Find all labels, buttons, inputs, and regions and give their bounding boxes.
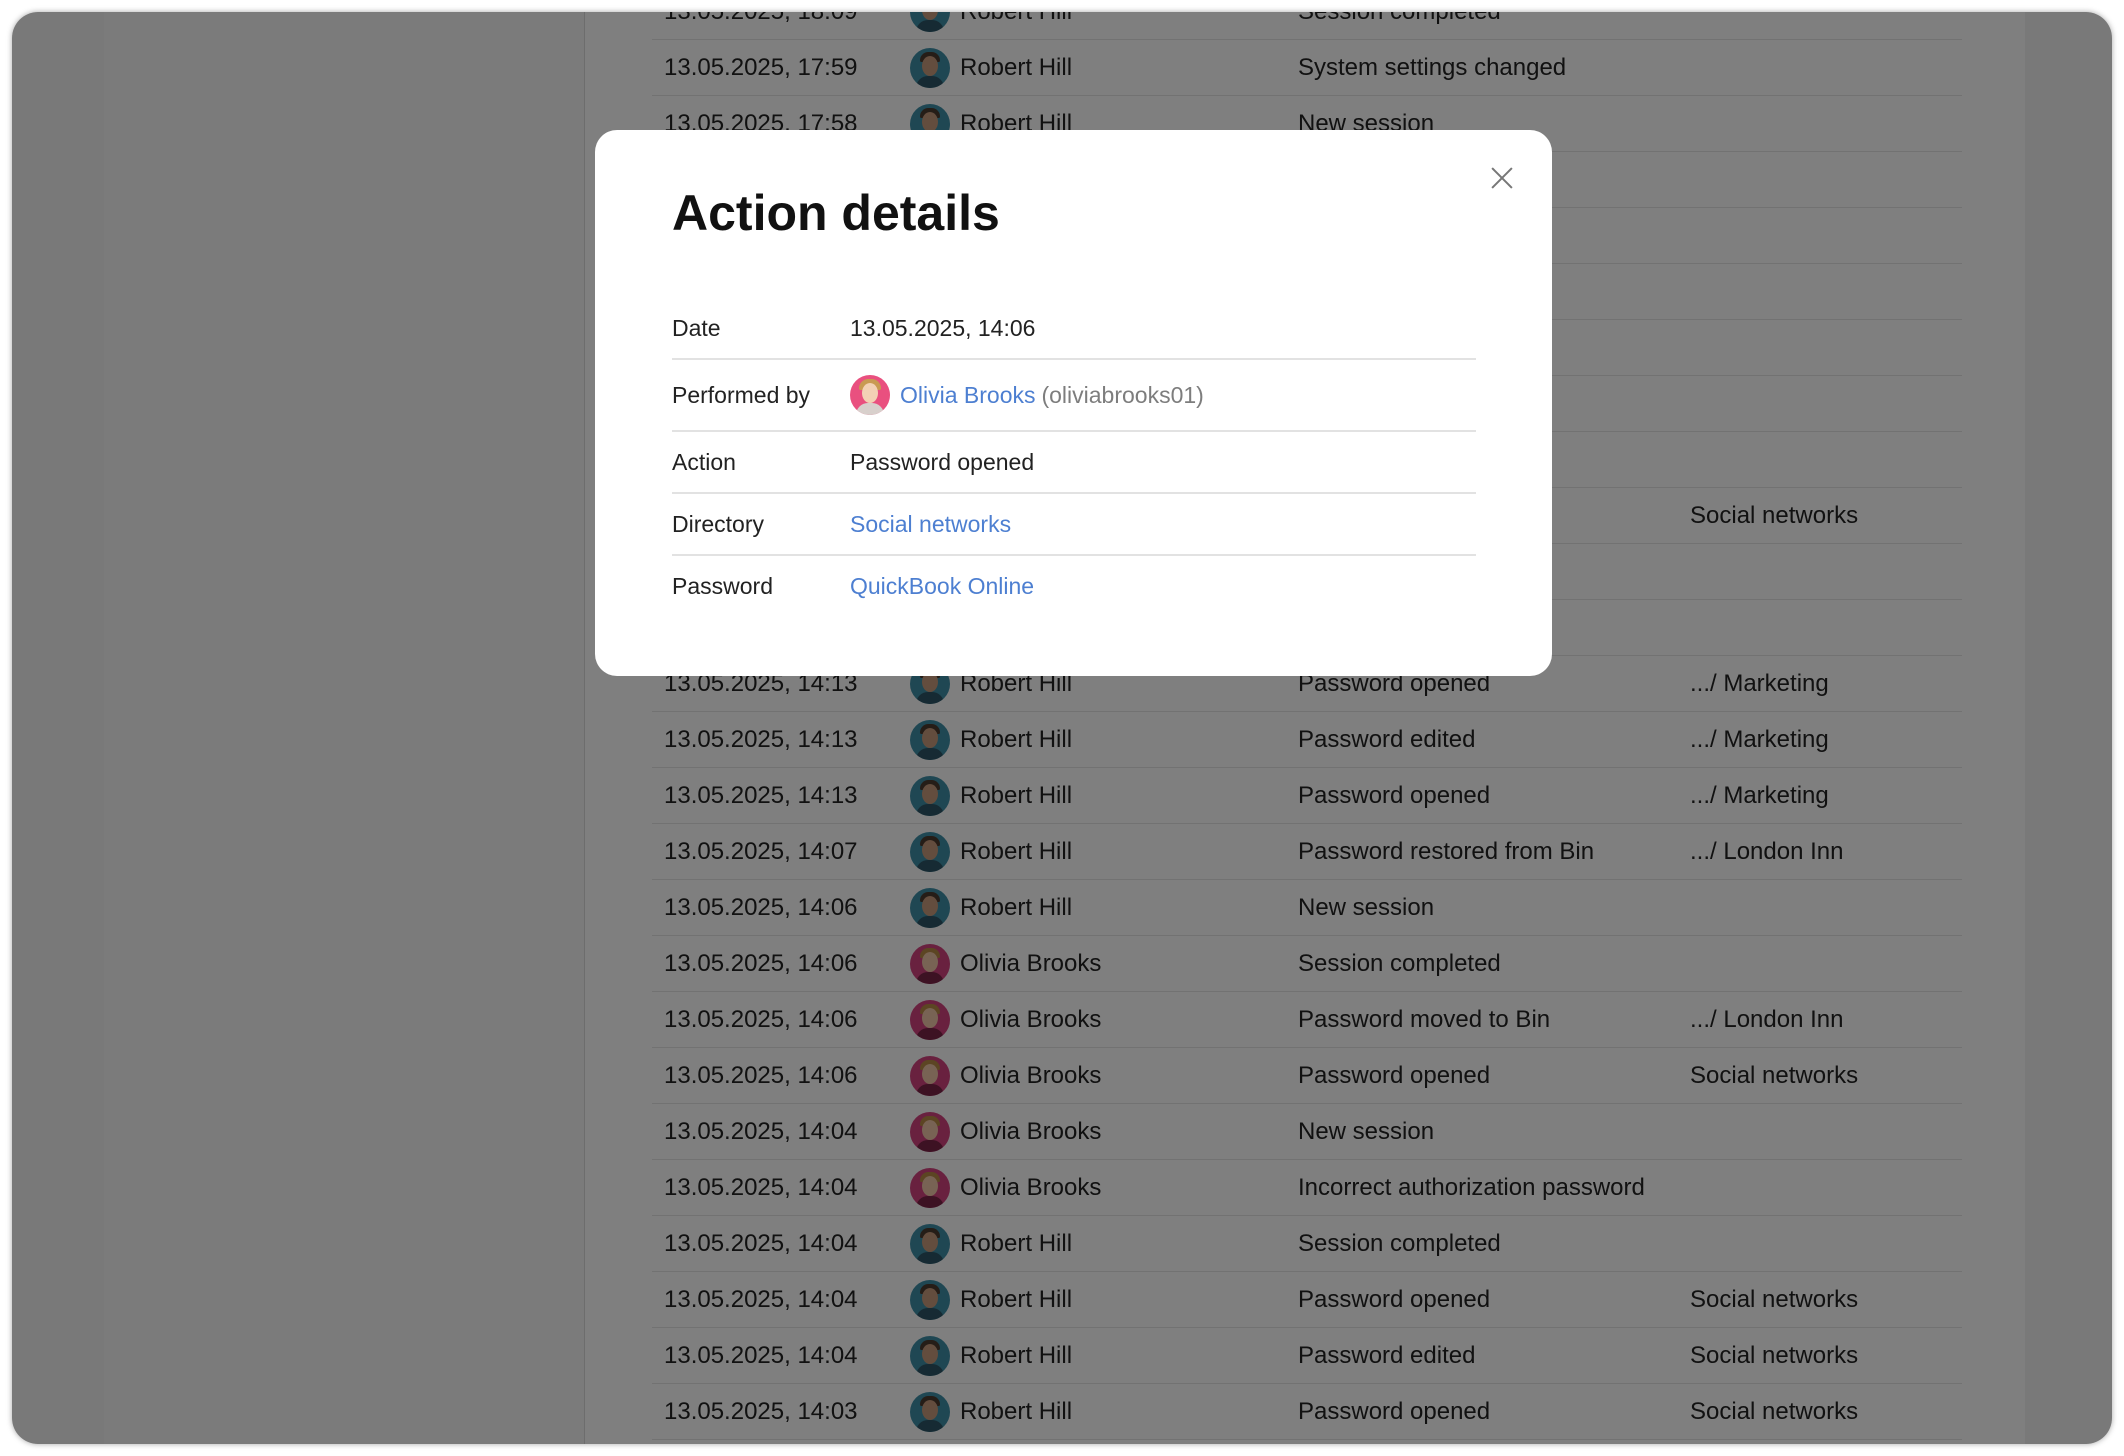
performed-by-label: Performed by <box>672 381 811 408</box>
action-label: Action <box>672 448 736 475</box>
user-link[interactable]: Olivia Brooks <box>900 382 1035 409</box>
user-login: (oliviabrooks01) <box>1041 381 1204 408</box>
date-value: 13.05.2025, 14:06 <box>850 314 1036 341</box>
details-list: Date 13.05.2025, 14:06 Performed by Oliv… <box>672 298 1476 616</box>
action-details-modal: Action details Date 13.05.2025, 14:06 Pe… <box>595 130 1552 676</box>
password-label: Password <box>672 572 773 599</box>
close-icon[interactable] <box>1482 158 1522 198</box>
action-value: Password opened <box>850 448 1035 475</box>
directory-link[interactable]: Social networks <box>850 511 1011 538</box>
detail-row-action: Action Password opened <box>672 432 1476 494</box>
detail-row-date: Date 13.05.2025, 14:06 <box>672 298 1476 360</box>
date-label: Date <box>672 314 721 341</box>
performed-by-value: Olivia Brooks (oliviabrooks01) <box>850 375 1204 415</box>
detail-row-performed-by: Performed by Olivia Brooks (oliviabrooks… <box>672 360 1476 432</box>
app-window: 13.05.2025, 18:09Robert HillSession comp… <box>12 12 2112 1444</box>
directory-label: Directory <box>672 510 765 537</box>
password-link[interactable]: QuickBook Online <box>850 573 1034 600</box>
avatar <box>850 375 890 415</box>
modal-title: Action details <box>672 185 1000 241</box>
detail-row-password: Password QuickBook Online <box>672 556 1476 616</box>
detail-row-directory: Directory Social networks <box>672 494 1476 556</box>
